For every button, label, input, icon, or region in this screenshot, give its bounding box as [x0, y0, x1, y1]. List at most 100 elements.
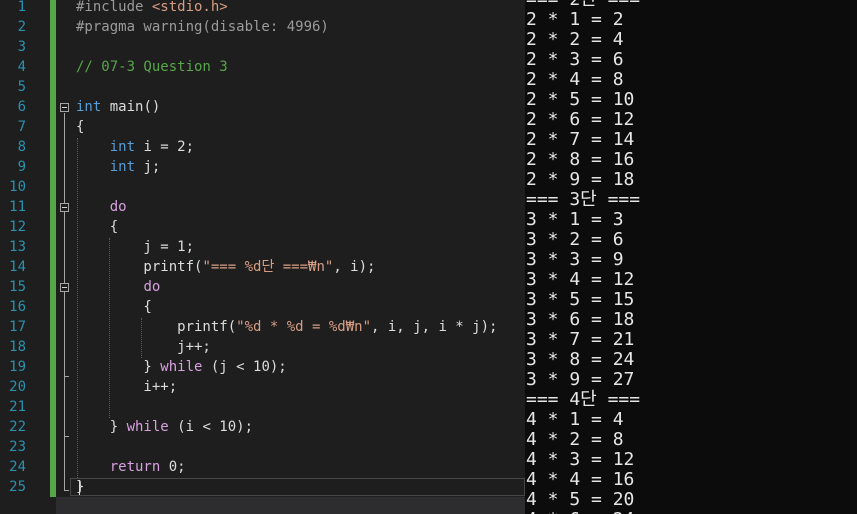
fold-toggle-outer-do[interactable]: [60, 203, 69, 212]
code-line[interactable]: printf("%d * %d = %d₩n", i, j, i * j);: [76, 317, 497, 337]
code-line[interactable]: {: [76, 117, 84, 137]
line-number: 21: [9, 399, 26, 415]
code-token: "%d * %d = %d₩n": [236, 319, 372, 335]
current-line-highlight: [70, 478, 525, 496]
console-line: 2 * 3 = 6: [526, 49, 624, 70]
code-line[interactable]: } while (i < 10);: [76, 417, 253, 437]
line-number: 25: [9, 479, 26, 495]
line-number: 1: [17, 0, 26, 15]
code-token: return: [109, 459, 161, 475]
fold-toggle-main[interactable]: [60, 103, 69, 112]
change-tracking-bar: [50, 0, 56, 497]
line-number: 2: [17, 19, 26, 35]
code-token: }: [76, 419, 127, 435]
code-line[interactable]: #pragma warning(disable: 4996): [76, 17, 329, 37]
code-line[interactable]: int main(): [76, 97, 160, 117]
code-token: "=== %d단 ===₩n": [202, 259, 334, 275]
code-token: int: [76, 99, 102, 115]
console-line: 2 * 2 = 4: [526, 29, 624, 50]
line-number: 22: [9, 419, 26, 435]
code-token: int: [109, 139, 136, 155]
console-line: 4 * 5 = 20: [526, 489, 635, 510]
console-line: 2 * 8 = 16: [526, 149, 635, 170]
code-line[interactable]: printf("=== %d단 ===₩n", i);: [76, 257, 375, 277]
code-line[interactable]: int i = 2;: [76, 137, 194, 157]
code-token: do: [109, 199, 127, 215]
console-output: === 2단 ===2 * 1 = 22 * 2 = 42 * 3 = 62 *…: [526, 0, 640, 514]
code-token: #include: [76, 0, 152, 15]
line-number: 8: [17, 139, 26, 155]
line-number: 16: [9, 299, 26, 315]
console-line: 2 * 1 = 2: [526, 9, 624, 30]
code-token: int: [109, 159, 136, 175]
line-number: 15: [9, 279, 26, 295]
code-token: (j < 10);: [202, 359, 287, 375]
code-line[interactable]: j++;: [76, 337, 211, 357]
console-line: 2 * 5 = 10: [526, 89, 635, 110]
fold-end-outer-do: [64, 436, 69, 437]
line-number: 19: [9, 359, 26, 375]
code-token: i = 2;: [135, 139, 195, 155]
fold-end-main: [64, 490, 69, 491]
console-line: 2 * 9 = 18: [526, 169, 635, 190]
code-token: , i, j, i * j);: [371, 319, 498, 335]
code-line[interactable]: do: [76, 197, 127, 217]
console-line: 3 * 4 = 12: [526, 269, 635, 290]
code-line[interactable]: int j;: [76, 157, 161, 177]
code-token: j;: [135, 159, 161, 175]
code-line[interactable]: {: [76, 217, 118, 237]
console-line: === 3단 ===: [526, 189, 641, 210]
console-line: 3 * 1 = 3: [526, 209, 624, 230]
code-token: j++;: [76, 339, 211, 355]
fold-toggle-inner-do[interactable]: [60, 283, 69, 292]
code-token: printf(: [76, 259, 203, 275]
console-line: 4 * 3 = 12: [526, 449, 635, 470]
console-line: 4 * 6 = 24: [526, 510, 640, 514]
code-token: i++;: [76, 379, 178, 395]
code-editor[interactable]: 1 2 3 4 5 6 7 8 9 10 11 12 13 14 15 16 17 18 19 20 21 22 23 24 2…: [0, 0, 525, 514]
console-line: 3 * 2 = 6: [526, 229, 624, 250]
code-line[interactable]: return 0;: [76, 457, 186, 477]
fold-end-inner-do: [64, 376, 69, 377]
code-line[interactable]: j = 1;: [76, 237, 194, 257]
console-line: 3 * 6 = 18: [526, 309, 635, 330]
code-token: do: [143, 279, 161, 295]
line-number: 11: [9, 199, 26, 215]
console-line: 4 * 2 = 8: [526, 429, 624, 450]
code-line[interactable]: i++;: [76, 377, 177, 397]
line-number: 23: [9, 439, 26, 455]
code-token: while: [126, 419, 169, 435]
code-line[interactable]: // 07-3 Question 3: [76, 57, 228, 77]
code-line[interactable]: {: [76, 297, 152, 317]
line-number: 10: [9, 179, 26, 195]
code-line[interactable]: } while (j < 10);: [76, 357, 287, 377]
code-line[interactable]: do: [76, 277, 160, 297]
line-number: 12: [9, 219, 26, 235]
code-token: main(): [101, 99, 161, 115]
line-number: 4: [17, 59, 26, 75]
code-token: 0;: [160, 459, 186, 475]
code-token: {: [76, 219, 119, 235]
code-token: (i < 10);: [168, 419, 254, 435]
code-token: , i);: [333, 259, 376, 275]
horizontal-scrollbar[interactable]: [56, 497, 525, 514]
code-token: {: [76, 299, 152, 315]
console-output-window: === 2단 ===2 * 1 = 22 * 2 = 42 * 3 = 62 *…: [525, 0, 857, 514]
code-token: // 07-3 Question 3: [76, 59, 228, 75]
line-number: 6: [17, 99, 26, 115]
code-token: while: [160, 359, 203, 375]
line-number: 7: [17, 119, 26, 135]
line-number: 17: [9, 319, 26, 335]
code-line[interactable]: #include <stdio.h>: [76, 0, 228, 17]
code-token: }: [76, 479, 85, 495]
console-line: 3 * 8 = 24: [526, 349, 635, 370]
line-number: 9: [17, 159, 26, 175]
console-line: 3 * 9 = 27: [526, 369, 635, 390]
code-line[interactable]: }: [76, 477, 84, 497]
console-line: 4 * 1 = 4: [526, 409, 624, 430]
